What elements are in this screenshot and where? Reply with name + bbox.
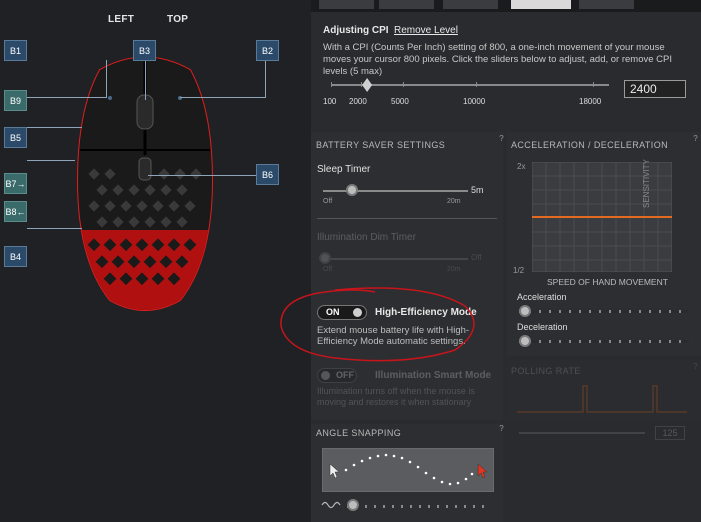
cpi-slider-thumb[interactable] <box>362 78 373 92</box>
remove-level-link[interactable]: Remove Level <box>394 25 458 36</box>
deceleration-label: Deceleration <box>517 322 568 332</box>
sleep-timer-value: 5m <box>471 185 484 195</box>
acceleration-graph <box>532 162 672 272</box>
angle-snapping-thumb[interactable] <box>347 499 359 511</box>
cpi-tab-2[interactable] <box>379 0 434 9</box>
illumination-dim-value: Off <box>471 253 482 262</box>
polling-help-icon[interactable]: ? <box>691 362 700 371</box>
button-tag-b7[interactable]: B7→ <box>4 173 27 194</box>
cpi-slider-track[interactable] <box>331 84 609 86</box>
polling-rate-track[interactable] <box>519 432 645 434</box>
top-view-label: TOP <box>167 14 189 25</box>
cpi-scale-100: 100 <box>323 97 337 106</box>
acceleration-help-icon[interactable]: ? <box>691 134 700 143</box>
acceleration-title: ACCELERATION / DECELERATION <box>511 140 668 150</box>
sleep-timer-max: 20m <box>447 198 461 205</box>
sleep-timer-track[interactable] <box>323 190 468 192</box>
button-tag-b1[interactable]: B1 <box>4 40 27 61</box>
left-view-label: LEFT <box>108 14 135 25</box>
acceleration-track[interactable] <box>519 310 689 313</box>
cpi-tab-4-active[interactable] <box>511 0 571 9</box>
acceleration-section: ACCELERATION / DECELERATION ? 2x 1/2 SEN… <box>507 132 701 356</box>
cpi-tick <box>403 82 404 87</box>
button-tag-b2[interactable]: B2 <box>256 40 279 61</box>
settings-panel: Adjusting CPI Remove Level With a CPI (C… <box>280 0 701 522</box>
battery-help-icon[interactable]: ? <box>497 134 506 143</box>
illumination-smart-description: Illumination turns off when the mouse is… <box>317 386 475 407</box>
polling-rate-graph <box>517 385 687 413</box>
angle-help-icon[interactable]: ? <box>497 424 506 433</box>
battery-saver-section: BATTERY SAVER SETTINGS ? Sleep Timer 5m … <box>311 132 506 420</box>
polling-rate-title: POLLING RATE <box>511 366 581 376</box>
b3-leader <box>145 60 146 100</box>
angle-snapping-preview <box>322 448 494 492</box>
angle-snapping-title: ANGLE SNAPPING <box>316 428 402 438</box>
cpi-scale-18000: 18000 <box>579 97 602 106</box>
cpi-value-input[interactable] <box>624 80 686 98</box>
cpi-tab-3[interactable] <box>443 0 498 9</box>
acceleration-label: Acceleration <box>517 292 567 302</box>
button-tag-b3[interactable]: B3 <box>133 40 156 61</box>
annotation-circle <box>280 287 475 362</box>
button-tag-b9[interactable]: B9 <box>4 90 27 111</box>
cpi-scale-10000: 10000 <box>463 97 486 106</box>
cpi-tick <box>476 82 477 87</box>
cpi-section: Adjusting CPI Remove Level With a CPI (C… <box>311 12 701 125</box>
cpi-description: With a CPI (Counts Per Inch) setting of … <box>323 42 673 77</box>
y-bottom-label: 1/2 <box>513 266 525 275</box>
b4-leader <box>27 228 82 256</box>
b9-leader <box>27 108 82 128</box>
button-tag-b6[interactable]: B6 <box>256 164 279 185</box>
polling-rate-section: POLLING RATE ? 125 <box>507 360 701 440</box>
button-tag-b4[interactable]: B4 <box>4 246 27 267</box>
sleep-timer-thumb[interactable] <box>346 184 358 196</box>
deceleration-track[interactable] <box>519 340 689 343</box>
cpi-scale-5000: 5000 <box>391 97 409 106</box>
b6-leader <box>148 175 256 176</box>
cpi-tick <box>593 82 594 87</box>
cpi-tab-5[interactable] <box>579 0 634 9</box>
b1-leader <box>27 60 107 98</box>
acceleration-thumb[interactable] <box>519 305 531 317</box>
cpi-tick <box>361 82 362 87</box>
x-axis-label: SPEED OF HAND MOVEMENT <box>547 277 668 287</box>
illumination-smart-label: Illumination Smart Mode <box>375 370 492 381</box>
deceleration-thumb[interactable] <box>519 335 531 347</box>
angle-snapping-track[interactable] <box>347 505 487 508</box>
cpi-scale-2000: 2000 <box>349 97 367 106</box>
divider <box>317 218 497 219</box>
illumination-dim-label: Illumination Dim Timer <box>317 232 416 243</box>
illumination-dim-min: Off <box>323 266 333 273</box>
angle-snapping-section: ANGLE SNAPPING ? <box>311 424 506 522</box>
button-tag-b5[interactable]: B5 <box>4 127 27 148</box>
cpi-tabs <box>311 0 701 12</box>
button-tag-b8[interactable]: B8← <box>4 201 27 222</box>
b5-leader <box>27 147 75 161</box>
sleep-timer-label: Sleep Timer <box>317 164 371 175</box>
illumination-dim-max: 20m <box>447 266 461 273</box>
illumination-dim-thumb[interactable] <box>319 252 331 264</box>
mouse-view: LEFT TOP B1 B2 B3 B4 B5 B6 B7→ B8← B9 <box>0 0 311 522</box>
sleep-timer-min: Off <box>323 198 333 205</box>
y-axis-label: SENSITIVITY <box>642 159 651 208</box>
polling-rate-value[interactable]: 125 <box>655 426 685 440</box>
battery-saver-title: BATTERY SAVER SETTINGS <box>316 140 446 150</box>
illumination-smart-toggle-text: OFF <box>336 370 354 380</box>
y-top-label: 2x <box>517 162 526 171</box>
cpi-title: Adjusting CPI <box>323 25 389 36</box>
b2-leader <box>180 60 266 98</box>
illumination-dim-track[interactable] <box>323 258 468 260</box>
cpi-tab-1[interactable] <box>319 0 374 9</box>
wave-icon <box>321 501 341 509</box>
illumination-smart-toggle[interactable]: OFF <box>317 368 357 383</box>
toggle-knob <box>321 371 330 380</box>
cpi-tick <box>331 82 332 87</box>
